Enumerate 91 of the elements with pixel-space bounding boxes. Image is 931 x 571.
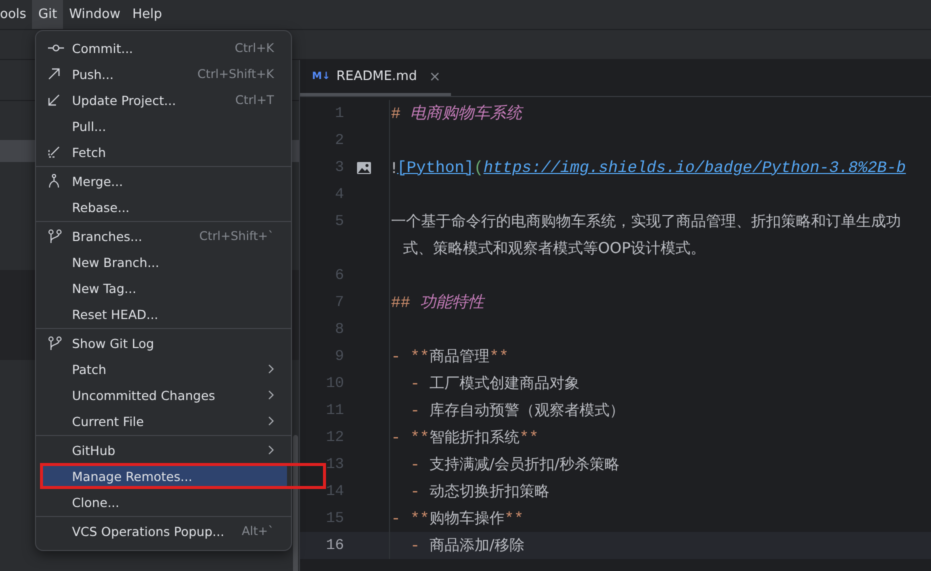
branch-icon [48, 228, 62, 244]
heading-text: 功能特性 [420, 292, 484, 313]
menu-item[interactable]: GitHub [40, 437, 287, 463]
menu-item[interactable]: Pull... [40, 113, 287, 139]
menu-item[interactable]: Show Git Log [40, 330, 287, 356]
menu-item-label: Pull... [72, 118, 108, 134]
keyboard-shortcut: Ctrl+Shift+K [197, 67, 274, 81]
heading-text: 电商购物车系统 [410, 104, 522, 124]
markdown-syntax: - [391, 428, 402, 446]
menu-bar-item[interactable]: ools [0, 0, 32, 29]
menu-item-label: New Branch... [72, 254, 160, 270]
markdown-syntax: ** [410, 428, 430, 446]
branch-icon [48, 336, 62, 350]
markdown-syntax: ** [410, 348, 430, 366]
menu-item[interactable]: Rebase... [40, 194, 287, 220]
keyboard-shortcut: Ctrl+K [234, 41, 274, 55]
markdown-syntax: ** [489, 348, 509, 366]
file-tab[interactable]: M↓ README.md × [300, 60, 451, 96]
markdown-syntax: - [409, 456, 421, 474]
menu-item-label: Patch [72, 362, 108, 376]
menu-item-label: GitHub [72, 442, 116, 458]
line-text: 工厂模式创建商品对象 [429, 374, 580, 393]
markdown-syntax: ## [391, 294, 412, 312]
line-text: 购物车操作 [429, 509, 504, 528]
markdown-syntax: - [409, 374, 421, 392]
menu-bar-item[interactable]: Git [32, 0, 64, 29]
link-url[interactable]: https://img.shields.io/badge/Python-3.8%2B-b [483, 158, 906, 176]
arrow-up-right-icon [48, 68, 60, 80]
markdown-syntax: - [409, 482, 421, 500]
menu-item-label: Clone... [72, 494, 120, 510]
link-text: [Python] [397, 158, 474, 176]
line-text: 智能折扣系统 [429, 428, 520, 447]
line-text: ! [391, 158, 398, 176]
menu-item-label: Reset HEAD... [72, 306, 160, 322]
menu-item-label: Fetch [72, 144, 107, 160]
markdown-syntax: ** [504, 510, 524, 528]
markdown-syntax: - [391, 510, 402, 528]
menu-item-label: Branches... [72, 228, 144, 244]
line-number: 16 [324, 537, 344, 554]
menu-item-label: Commit... [72, 40, 134, 56]
menu-item[interactable]: Merge... [40, 168, 287, 194]
menu-bar-item[interactable]: Help [126, 0, 168, 29]
markdown-file-icon: M↓ [312, 71, 330, 82]
menu-item-label: Merge... [72, 174, 124, 188]
scrollbar-thumb[interactable] [293, 435, 298, 571]
menu-item-label: Update Project... [72, 92, 177, 108]
menu-item[interactable]: Current File [40, 408, 287, 434]
arrow-down-left-icon [48, 94, 60, 106]
line-text: 一个基于命令行的电商购物车系统，实现了商品管理、折扣策略和订单生成功 [391, 212, 901, 231]
keyboard-shortcut: Ctrl+Shift+` [199, 229, 274, 243]
image-icon[interactable] [357, 162, 371, 174]
close-icon[interactable]: × [428, 68, 441, 84]
menu-item[interactable]: New Tag... [40, 275, 287, 301]
menu-item[interactable]: Uncommitted Changes [40, 382, 287, 408]
menu-item[interactable]: Branches... Ctrl+Shift+` [40, 223, 287, 249]
menu-item[interactable]: New Branch... [40, 249, 287, 275]
markdown-syntax: ( [474, 158, 484, 176]
tab-label: README.md [336, 69, 417, 84]
menu-item[interactable]: Fetch [40, 139, 287, 165]
menu-bar-item[interactable]: Window [63, 0, 126, 29]
menu-item-label: Push... [72, 66, 115, 82]
line-text: 商品管理 [429, 347, 490, 366]
menu-item-label: Show Git Log [72, 336, 156, 350]
menu-item[interactable]: Reset HEAD... [40, 301, 287, 327]
menu-item-label: Uncommitted Changes [72, 388, 216, 402]
fetch-icon [48, 146, 60, 158]
menu-item-label: Manage Remotes... [72, 468, 194, 484]
menu-item-label: VCS Operations Popup... [72, 524, 226, 538]
menu-item-label: New Tag... [72, 280, 138, 296]
markdown-syntax: ** [519, 428, 539, 446]
keyboard-shortcut: Ctrl+T [235, 93, 274, 107]
menu-item[interactable]: Patch [40, 356, 287, 382]
menu-item[interactable]: Push... Ctrl+Shift+K [40, 61, 287, 87]
line-text: 商品添加/移除 [429, 536, 524, 555]
line-text: 库存自动预警（观察者模式） [429, 401, 624, 420]
commit-icon [48, 44, 64, 52]
markdown-syntax: # [391, 104, 402, 122]
menu-item[interactable]: Clone... [40, 489, 287, 515]
line-text: 式、策略模式和观察者模式等OOP设计模式。 [403, 239, 706, 258]
menu-item-label: Current File [72, 414, 145, 428]
menu-item[interactable]: Update Project... Ctrl+T [40, 87, 287, 113]
line-text: 动态切换折扣策略 [429, 482, 550, 501]
markdown-syntax: - [391, 348, 402, 366]
markdown-syntax: - [409, 402, 421, 420]
markdown-syntax: ** [410, 510, 430, 528]
menu-item-label: Rebase... [72, 200, 131, 214]
keyboard-shortcut: Alt+` [242, 524, 274, 538]
merge-icon [48, 174, 60, 188]
line-text: 支持满减/会员折扣/秒杀策略 [429, 455, 620, 474]
markdown-syntax: - [409, 536, 421, 554]
menu-item[interactable]: VCS Operations Popup... Alt+` [40, 518, 287, 544]
